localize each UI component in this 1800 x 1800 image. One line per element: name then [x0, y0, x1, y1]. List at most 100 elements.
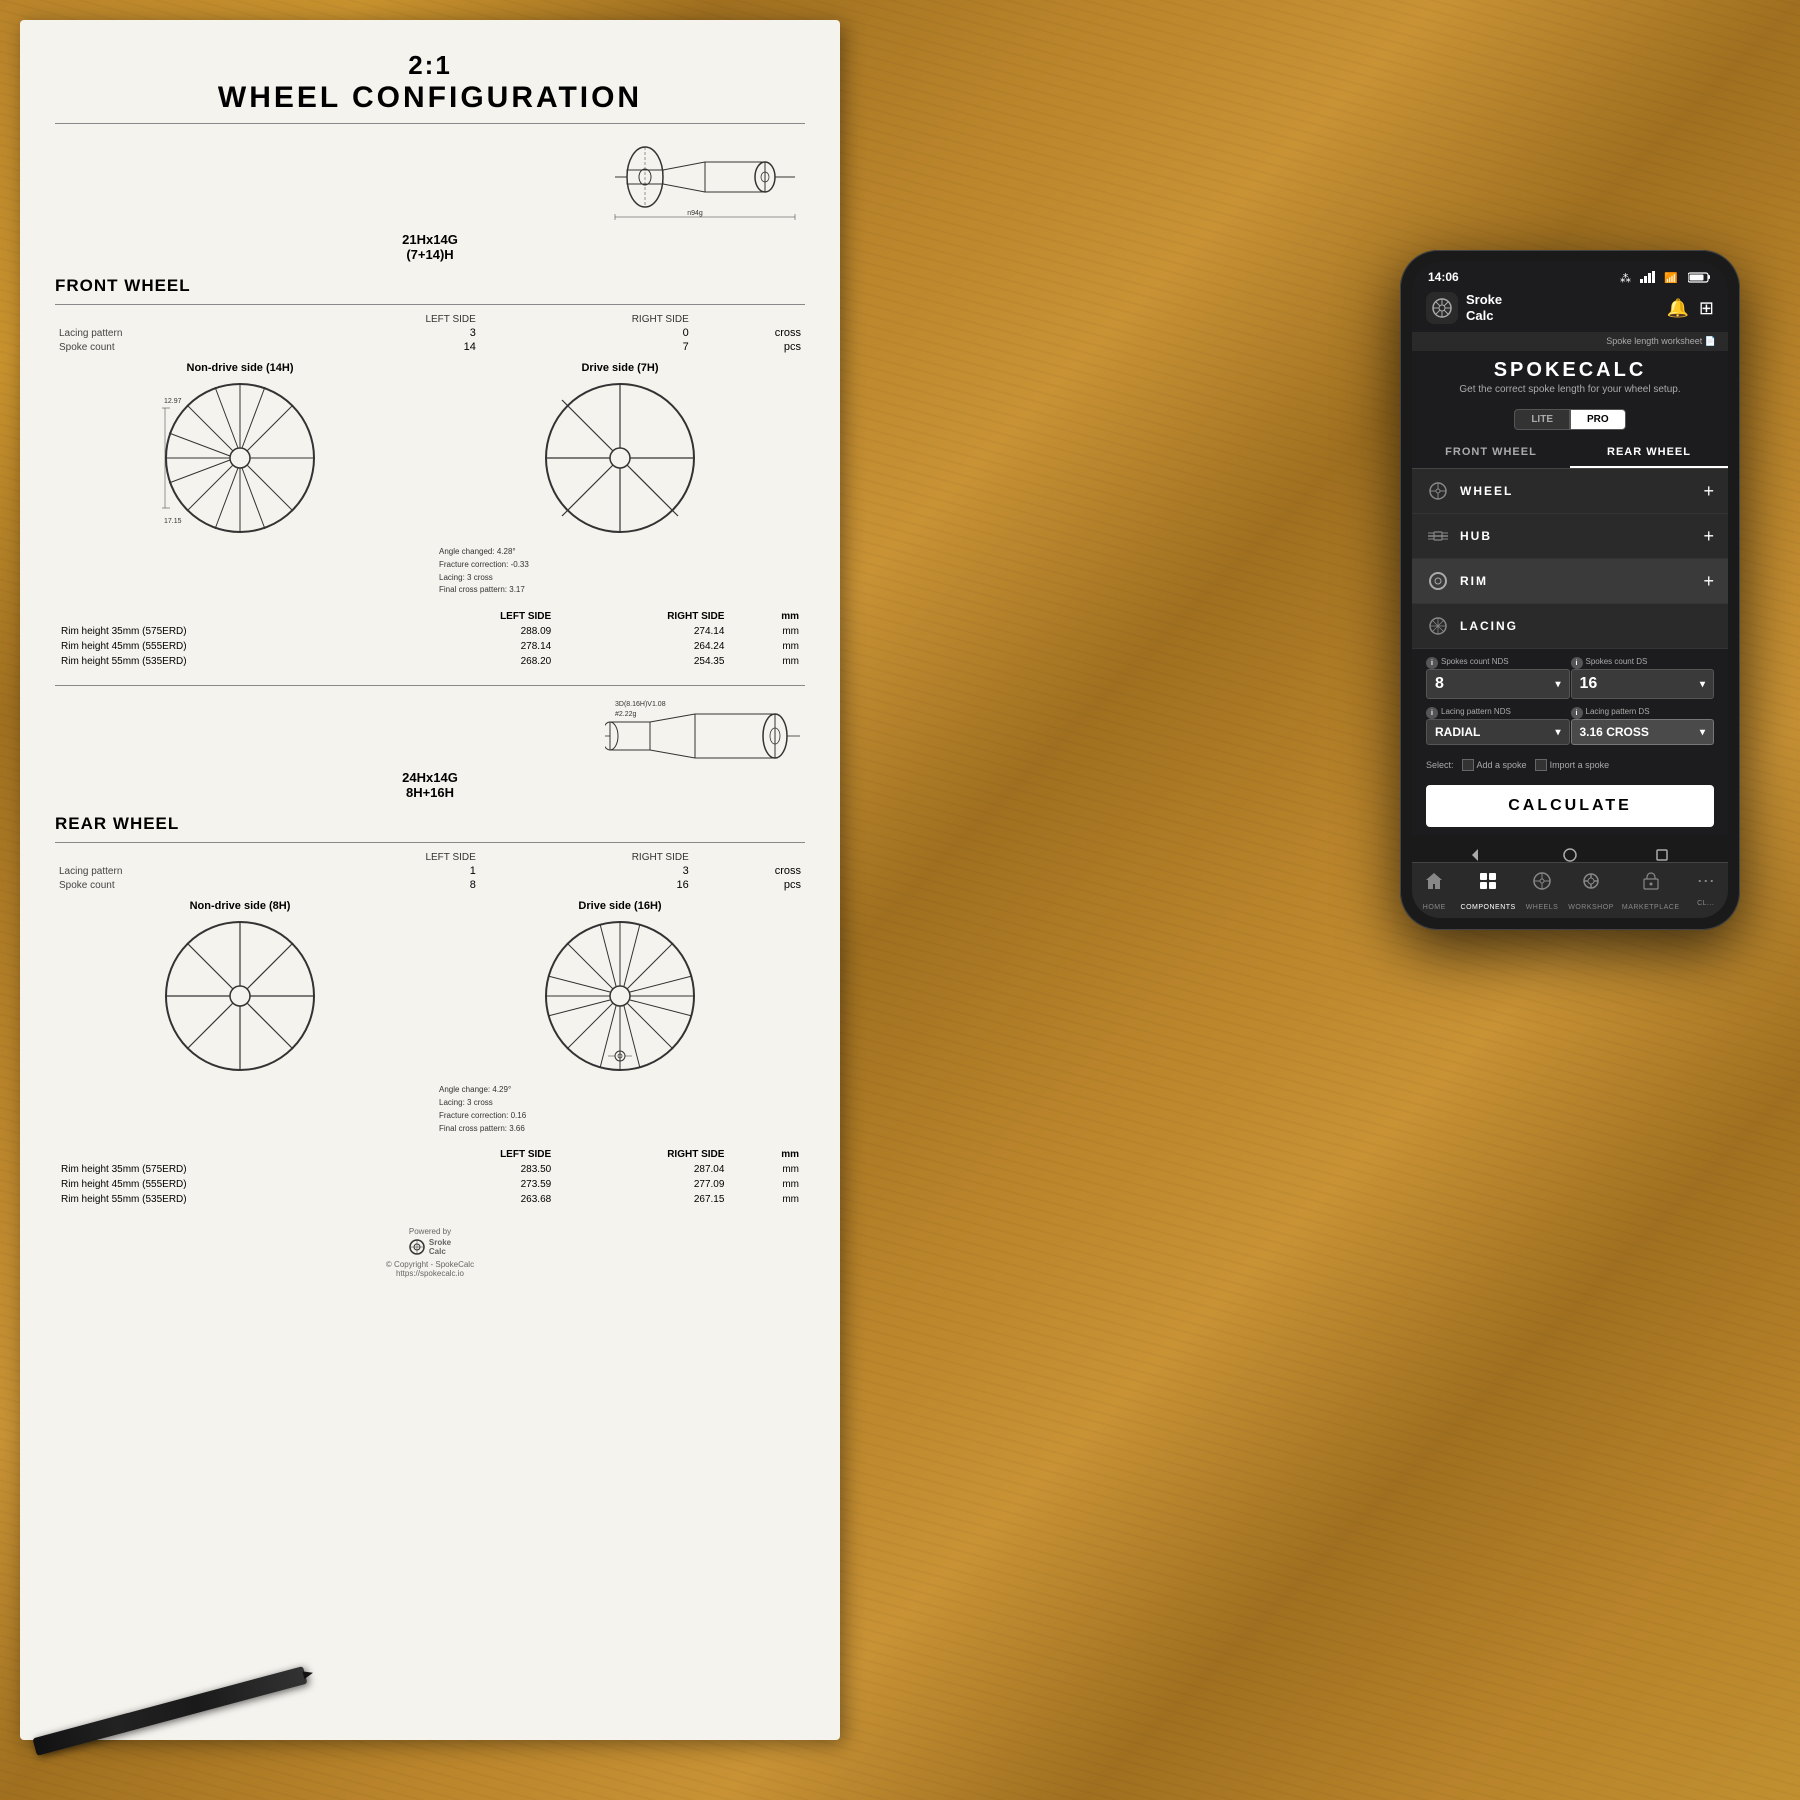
front-right-spokes: 7 — [480, 340, 693, 354]
spokes-ds-label: Spokes count DS — [1586, 657, 1648, 666]
lacing-pattern-row: i Lacing pattern NDS RADIAL ▾ i Lacing p… — [1412, 707, 1728, 753]
square-icon — [1654, 847, 1670, 863]
app-logo[interactable]: Sroke Calc — [1426, 292, 1502, 324]
spokes-ds-input[interactable]: 16 ▾ — [1571, 669, 1715, 699]
hub-technical-drawing: n94g — [585, 132, 805, 222]
spoke-left-header: LEFT SIDE — [399, 609, 557, 624]
rear-spoke-row-3-right: 267.15 — [557, 1192, 730, 1207]
app-subtitle: Get the correct spoke length for your wh… — [1428, 384, 1712, 395]
nav-components[interactable]: COMPONENTS — [1457, 863, 1520, 918]
lacing-ds-label: Lacing pattern DS — [1586, 707, 1650, 716]
spokes-ds-value: 16 — [1580, 675, 1598, 693]
nav-wheels[interactable]: WHEELS — [1520, 863, 1565, 918]
lite-button[interactable]: LITE — [1514, 409, 1570, 430]
front-spoke-row-1-left: 288.09 — [399, 624, 557, 639]
lacing-icon — [1428, 616, 1448, 636]
spoke-unit-header: mm — [730, 609, 805, 624]
logo-wheel-icon — [1431, 297, 1453, 319]
import-spoke-checkbox[interactable] — [1535, 759, 1547, 771]
rear-spoke-count-label: Spoke count — [55, 878, 289, 892]
nav-home[interactable]: HOME — [1412, 863, 1457, 918]
rear-pcs-label: pcs — [693, 878, 805, 892]
svg-text:n94g: n94g — [687, 210, 703, 217]
tab-front-wheel[interactable]: FRONT WHEEL — [1412, 438, 1570, 468]
signal-icon — [1640, 271, 1660, 283]
rear-spoke-row-2-unit: mm — [730, 1177, 805, 1192]
front-spoke-row-2-unit: mm — [730, 639, 805, 654]
phone-screen: 14:06 ⁂ 📶 — [1412, 262, 1728, 918]
spokes-nds-info: i Spokes count NDS — [1426, 657, 1570, 669]
battery-icon — [1688, 271, 1712, 283]
spokes-ds-col: i Spokes count DS 16 ▾ — [1571, 657, 1715, 699]
nav-more[interactable]: ⋯ CL... — [1683, 863, 1728, 918]
spokes-nds-label: Spokes count NDS — [1441, 657, 1509, 666]
worksheet-link[interactable]: Spoke length worksheet 📄 — [1412, 332, 1728, 351]
lacing-section-row[interactable]: LACING — [1412, 604, 1728, 649]
rear-wheel-title: REAR WHEEL — [55, 814, 805, 834]
spokes-nds-col: i Spokes count NDS 8 ▾ — [1426, 657, 1570, 699]
lacing-ds-info: i Lacing pattern DS — [1571, 707, 1715, 719]
front-spoke-row-3-unit: mm — [730, 654, 805, 669]
rim-plus-icon: + — [1703, 571, 1714, 592]
import-spoke-option[interactable]: Import a spoke — [1535, 759, 1610, 771]
rear-spoke-unit-header: mm — [730, 1147, 805, 1162]
lacing-ds-value: 3.16 CROSS — [1580, 725, 1649, 739]
calculate-button[interactable]: CALCULATE — [1426, 785, 1714, 827]
select-row: Select: Add a spoke Import a spoke — [1412, 753, 1728, 777]
status-bar: 14:06 ⁂ 📶 — [1412, 262, 1728, 288]
rim-icon — [1428, 571, 1448, 591]
more-nav-icon: ⋯ — [1697, 871, 1715, 891]
grid-icon[interactable]: ⊞ — [1699, 298, 1714, 319]
lacing-nds-input[interactable]: RADIAL ▾ — [1426, 719, 1570, 745]
main-worksheet: 2:1 WHEEL CONFIGURATION — [20, 20, 840, 1740]
front-left-spokes: 14 — [289, 340, 480, 354]
footer-logo-icon — [409, 1239, 425, 1255]
rear-ds-wheel-svg — [540, 916, 700, 1076]
wheel-section-row[interactable]: WHEEL + — [1412, 469, 1728, 514]
nav-workshop-label: WORKSHOP — [1568, 904, 1614, 911]
rear-lacing-label: Lacing pattern — [55, 864, 289, 878]
rear-spoke-row-1-desc: Rim height 35mm (575ERD) — [55, 1162, 399, 1177]
lacing-section-name: LACING — [1460, 619, 1518, 633]
rim-section-left: RIM — [1426, 569, 1488, 593]
spoke-right-header: RIGHT SIDE — [557, 609, 730, 624]
spokes-nds-input[interactable]: 8 ▾ — [1426, 669, 1570, 699]
import-spoke-label: Import a spoke — [1550, 760, 1610, 770]
rear-right-spokes: 16 — [480, 878, 693, 892]
front-spoke-table: LEFT SIDE RIGHT SIDE mm Rim height 35mm … — [55, 609, 805, 669]
front-wheel-title: FRONT WHEEL — [55, 276, 805, 296]
svg-text:3D(8.16H)V1.08: 3D(8.16H)V1.08 — [615, 701, 666, 708]
workshop-nav-icon — [1581, 871, 1601, 891]
status-icons: ⁂ 📶 — [1620, 271, 1712, 283]
nav-marketplace[interactable]: MARKETPLACE — [1618, 863, 1684, 918]
rim-section-row[interactable]: RIM + — [1412, 559, 1728, 604]
select-label: Select: — [1426, 760, 1454, 770]
hub-section-row[interactable]: HUB + — [1412, 514, 1728, 559]
pro-button[interactable]: PRO — [1570, 409, 1626, 430]
rear-annotation: Angle change: 4.29° Lacing: 3 cross Frac… — [435, 1080, 805, 1139]
rear-spoke-row-1-unit: mm — [730, 1162, 805, 1177]
rear-hub-sub: 8H+16H — [406, 785, 454, 800]
lacing-nds-col: i Lacing pattern NDS RADIAL ▾ — [1426, 707, 1570, 745]
bell-icon[interactable]: 🔔 — [1666, 298, 1688, 319]
rear-left-side-header: LEFT SIDE — [289, 851, 480, 864]
rim-section-name: RIM — [1460, 574, 1488, 588]
spokes-ds-info-icon: i — [1571, 657, 1583, 669]
lacing-section-left: LACING — [1426, 614, 1518, 638]
spokes-ds-info: i Spokes count DS — [1571, 657, 1715, 669]
front-spoke-row-1-desc: Rim height 35mm (575ERD) — [55, 624, 399, 639]
add-spoke-option[interactable]: Add a spoke — [1462, 759, 1527, 771]
nav-wheels-label: WHEELS — [1526, 904, 1559, 911]
lacing-ds-input[interactable]: 3.16 CROSS ▾ — [1571, 719, 1715, 745]
left-side-header: LEFT SIDE — [289, 313, 480, 326]
home-circle-icon — [1562, 847, 1578, 863]
spokes-nds-info-icon: i — [1426, 657, 1438, 669]
tab-rear-wheel[interactable]: REAR WHEEL — [1570, 438, 1728, 468]
add-spoke-checkbox[interactable] — [1462, 759, 1474, 771]
nav-workshop[interactable]: WORKSHOP — [1564, 863, 1618, 918]
rear-spoke-row-3-desc: Rim height 55mm (535ERD) — [55, 1192, 399, 1207]
rear-wheel-table: LEFT SIDE RIGHT SIDE Lacing pattern 1 3 … — [55, 851, 805, 892]
back-icon — [1470, 847, 1486, 863]
svg-text:12.97: 12.97 — [164, 398, 182, 405]
lacing-nds-info: i Lacing pattern NDS — [1426, 707, 1570, 719]
